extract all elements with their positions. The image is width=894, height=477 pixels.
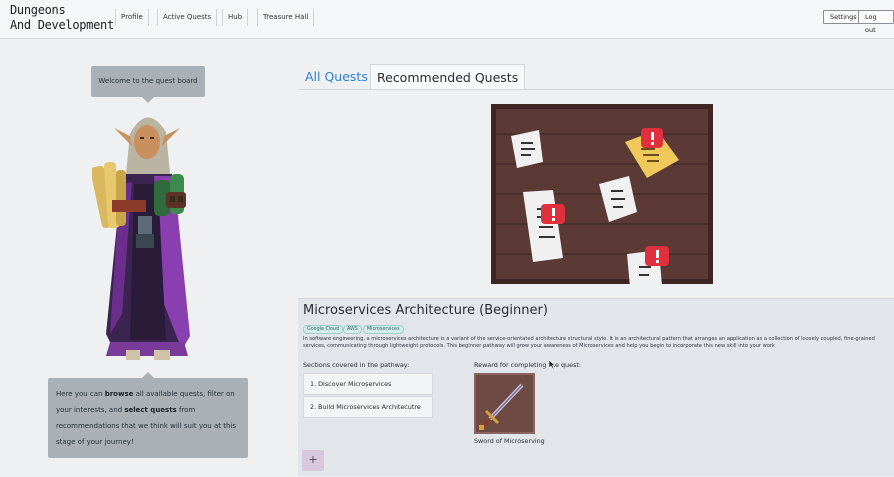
logo-line-2: And Development [10,18,114,32]
reward-label: Reward for completing the quest: [474,361,582,369]
tag-aws[interactable]: AWS [343,325,362,334]
help-bubble: Here you can browse all available quests… [48,372,248,458]
tab-recommended-quests[interactable]: Recommended Quests [370,64,526,89]
mouse-cursor-icon [549,360,556,369]
nav-tab-profile[interactable]: Profile [115,9,149,26]
sword-icon [479,383,524,430]
welcome-bubble: Welcome to the quest board [91,66,205,103]
tag-microservices[interactable]: Microservices [363,325,404,334]
help-text-browse: browse [104,390,134,398]
help-text-1: Here you can [56,390,105,398]
nav-tab-treasure-hall[interactable]: Treasure Hall [257,9,315,26]
section-item-2[interactable]: 2. Build Microservices Architecutre [303,396,433,418]
top-nav-bar: Dungeons And Development Profile Active … [0,0,894,39]
quest-board-illustration [491,104,713,284]
reward-name: Sword of Microserving [474,437,545,445]
tab-all-quests[interactable]: All Quests [299,64,374,89]
quest-description: In software engineering, a microservices… [303,336,875,349]
reward-item-frame [474,373,535,434]
section-item-1[interactable]: 1. Discover Microservices Architecture [303,373,433,409]
sections-label: Sections covered in the pathway: [303,361,410,369]
app-logo[interactable]: Dungeons And Development [10,3,114,33]
nav-tab-active-quests[interactable]: Active Quests [157,9,218,26]
nav-tab-hub[interactable]: Hub [222,9,249,26]
logo-line-1: Dungeons [10,3,66,17]
tag-google-cloud[interactable]: Google Cloud [303,325,344,334]
help-text-select-quests: select quests [124,406,177,414]
wizard-guide-illustration [92,117,190,360]
logout-button[interactable]: Log out [858,10,894,34]
add-quest-button[interactable]: + [302,450,324,471]
quest-title: Microservices Architecture (Beginner) [303,303,548,318]
tab-divider [299,89,894,90]
